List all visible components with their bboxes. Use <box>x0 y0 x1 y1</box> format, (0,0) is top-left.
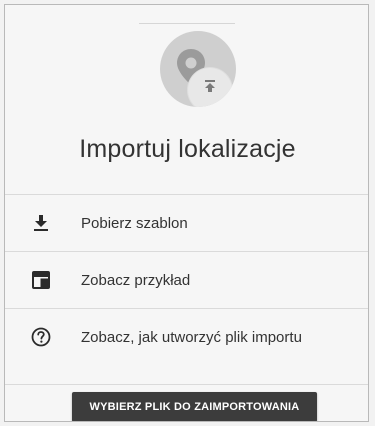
download-icon <box>31 213 51 233</box>
import-locations-dialog: Importuj lokalizacje Pobierz szablon Zob… <box>4 4 369 422</box>
download-template-label: Pobierz szablon <box>81 214 188 232</box>
choose-file-to-import-button[interactable]: WYBIERZ PLIK DO ZAIMPORTOWANIA <box>72 392 317 421</box>
dialog-title: Importuj lokalizacje <box>79 135 296 163</box>
button-area: WYBIERZ PLIK DO ZAIMPORTOWANIA <box>5 384 368 421</box>
view-example-item[interactable]: Zobacz przykład <box>5 251 368 308</box>
upload-icon <box>205 80 215 92</box>
download-template-item[interactable]: Pobierz szablon <box>5 194 368 251</box>
help-circle-icon <box>31 327 51 347</box>
view-example-label: Zobacz przykład <box>81 271 191 289</box>
upload-badge <box>188 68 232 107</box>
import-illustration <box>160 31 236 107</box>
how-to-create-import-file-item[interactable]: Zobacz, jak utworzyć plik importu <box>5 308 368 365</box>
how-to-create-import-file-label: Zobacz, jak utworzyć plik importu <box>81 328 302 346</box>
top-divider <box>139 23 235 24</box>
options-list: Pobierz szablon Zobacz przykład Zobacz, … <box>5 194 368 365</box>
table-icon <box>31 270 51 290</box>
